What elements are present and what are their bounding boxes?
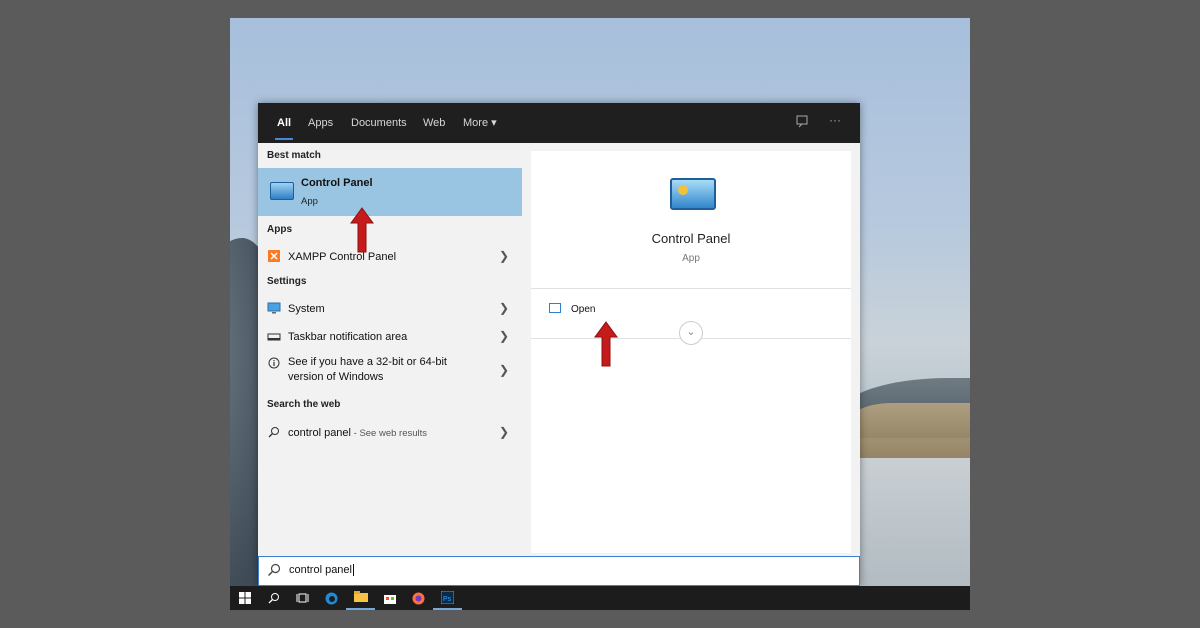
windows-start-icon[interactable] (230, 586, 259, 610)
settings-header: Settings (267, 276, 307, 287)
open-icon[interactable] (549, 303, 561, 313)
settings-result-label-line1: See if you have a 32-bit or 64-bit (288, 356, 447, 368)
chevron-right-icon[interactable]: ❯ (499, 301, 509, 315)
search-web-header: Search the web (267, 399, 341, 410)
start-search-panel: All Apps Documents Web More ▾ ··· Best m… (258, 103, 860, 586)
desktop: All Apps Documents Web More ▾ ··· Best m… (230, 18, 970, 610)
apps-header: Apps (267, 224, 292, 235)
chevron-right-icon[interactable]: ❯ (499, 425, 509, 439)
best-match-header: Best match (267, 150, 321, 161)
web-result-suffix: - See web results (351, 428, 428, 439)
best-match-control-panel[interactable]: Control Panel App (258, 168, 522, 216)
web-result-query: control panel (288, 427, 351, 439)
settings-result-label: Taskbar notification area (288, 331, 408, 343)
search-icon[interactable] (259, 586, 288, 610)
preview-title: Control Panel (651, 231, 731, 246)
tab-documents[interactable]: Documents (351, 103, 407, 143)
app-result-label: XAMPP Control Panel (288, 251, 397, 263)
text-caret (353, 564, 354, 577)
task-view-icon[interactable] (288, 586, 317, 610)
search-icon (267, 563, 281, 580)
wallpaper-grass (850, 403, 970, 463)
taskbar-icon (267, 333, 281, 341)
svg-text:Ps: Ps (443, 596, 452, 603)
taskbar: Ps (230, 586, 970, 610)
ellipsis-icon[interactable]: ··· (829, 113, 841, 127)
preview-pane: Control Panel App Open ⌄ (531, 151, 851, 553)
system-monitor-icon (267, 302, 281, 314)
open-action[interactable]: Open (571, 304, 595, 315)
tab-more[interactable]: More ▾ (463, 103, 497, 143)
tab-apps[interactable]: Apps (308, 103, 333, 143)
search-icon (268, 427, 279, 438)
edge-icon[interactable] (317, 586, 346, 610)
feedback-icon[interactable] (796, 115, 810, 132)
results-list: Best match Control Panel App Apps XAMPP … (258, 143, 522, 553)
chevron-down-icon[interactable]: ⌄ (679, 321, 703, 345)
photoshop-icon[interactable]: Ps (433, 586, 462, 610)
preview-subtitle: App (682, 253, 700, 264)
chevron-right-icon[interactable]: ❯ (499, 363, 509, 377)
xampp-icon (268, 250, 280, 262)
chevron-right-icon[interactable]: ❯ (499, 249, 509, 263)
tab-web[interactable]: Web (423, 103, 445, 143)
annotation-arrow-up-icon (350, 207, 374, 253)
annotation-arrow-up-icon (594, 321, 618, 367)
chevron-right-icon[interactable]: ❯ (499, 329, 509, 343)
divider (531, 288, 851, 289)
settings-result-label-line2: version of Windows (288, 371, 384, 383)
settings-result-system[interactable]: System ❯ (258, 295, 522, 321)
firefox-icon[interactable] (404, 586, 433, 610)
settings-result-label: System (288, 303, 325, 315)
best-match-subtitle: App (301, 196, 318, 207)
settings-result-bitness[interactable]: See if you have a 32-bit or 64-bit versi… (258, 353, 522, 387)
app-result-xampp[interactable]: XAMPP Control Panel ❯ (258, 243, 522, 269)
control-panel-large-icon (670, 178, 716, 210)
search-tabs-bar: All Apps Documents Web More ▾ ··· (258, 103, 860, 143)
store-icon[interactable] (375, 586, 404, 610)
search-input[interactable]: control panel (289, 564, 352, 576)
best-match-title: Control Panel (301, 177, 373, 189)
tab-all[interactable]: All (274, 103, 294, 143)
web-result[interactable]: control panel - See web results ❯ (258, 419, 522, 445)
search-box[interactable]: control panel (258, 556, 860, 586)
control-panel-icon (270, 182, 294, 200)
file-explorer-icon[interactable] (346, 586, 375, 610)
settings-result-taskbar[interactable]: Taskbar notification area ❯ (258, 323, 522, 349)
info-icon (268, 357, 280, 369)
